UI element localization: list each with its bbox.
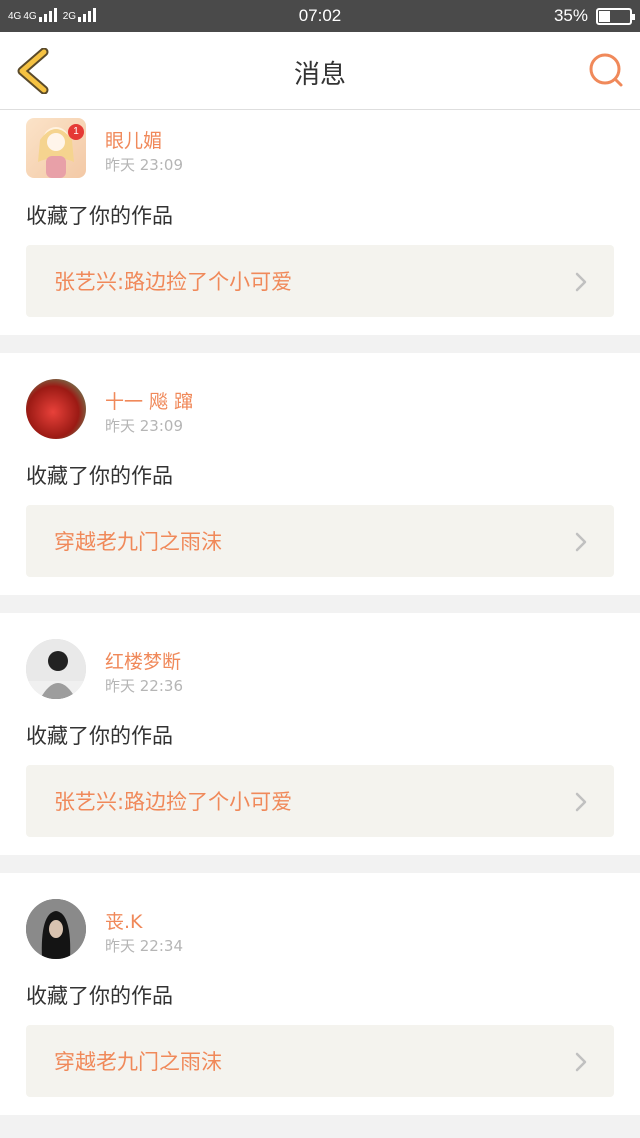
chevron-right-icon	[575, 1052, 587, 1072]
notification-badge: 1	[68, 124, 84, 140]
message-time: 昨天 22:34	[105, 937, 183, 955]
message-action: 收藏了你的作品	[26, 204, 173, 228]
chevron-right-icon	[575, 792, 587, 812]
page-title: 消息	[293, 60, 346, 90]
status-bar: 4G 4G 2G 07:02 35%	[0, 0, 640, 32]
search-icon[interactable]	[588, 52, 624, 88]
list-item: 丧.K 昨天 22:34 收藏了你的作品 穿越老九门之雨沫	[0, 873, 640, 1115]
battery-icon	[596, 8, 635, 25]
avatar[interactable]	[26, 899, 86, 959]
message-time: 昨天 22:36	[105, 677, 183, 695]
header: 消息	[0, 32, 640, 110]
avatar[interactable]	[26, 379, 86, 439]
message-time: 昨天 23:09	[105, 417, 183, 435]
chevron-right-icon	[575, 272, 587, 292]
message-action: 收藏了你的作品	[26, 464, 173, 488]
list-item: 十一 飚 蹿 昨天 23:09 收藏了你的作品 穿越老九门之雨沫	[0, 353, 640, 595]
sender-name[interactable]: 眼儿媚	[105, 126, 162, 153]
work-link[interactable]: 张艺兴:路边捡了个小可爱	[26, 765, 614, 837]
work-link[interactable]: 穿越老九门之雨沫	[26, 1025, 614, 1097]
work-title: 穿越老九门之雨沫	[54, 1050, 222, 1074]
sender-name[interactable]: 丧.K	[105, 907, 143, 934]
work-link[interactable]: 张艺兴:路边捡了个小可爱	[26, 245, 614, 317]
avatar[interactable]	[26, 639, 86, 699]
work-link[interactable]: 穿越老九门之雨沫	[26, 505, 614, 577]
message-action: 收藏了你的作品	[26, 984, 173, 1008]
work-title: 穿越老九门之雨沫	[54, 530, 222, 554]
sender-name[interactable]: 红楼梦断	[105, 647, 181, 674]
battery-percent: 35%	[553, 6, 588, 25]
sender-name[interactable]: 十一 飚 蹿	[105, 387, 193, 414]
message-action: 收藏了你的作品	[26, 724, 173, 748]
work-title: 张艺兴:路边捡了个小可爱	[54, 790, 293, 814]
list-item: 红楼梦断 昨天 22:36 收藏了你的作品 张艺兴:路边捡了个小可爱	[0, 613, 640, 855]
chevron-right-icon	[575, 532, 587, 552]
message-time: 昨天 23:09	[105, 156, 183, 174]
list-item: 1 眼儿媚 昨天 23:09 收藏了你的作品 张艺兴:路边捡了个小可爱	[0, 110, 640, 335]
status-time: 07:02	[298, 6, 342, 25]
work-title: 张艺兴:路边捡了个小可爱	[54, 270, 293, 294]
